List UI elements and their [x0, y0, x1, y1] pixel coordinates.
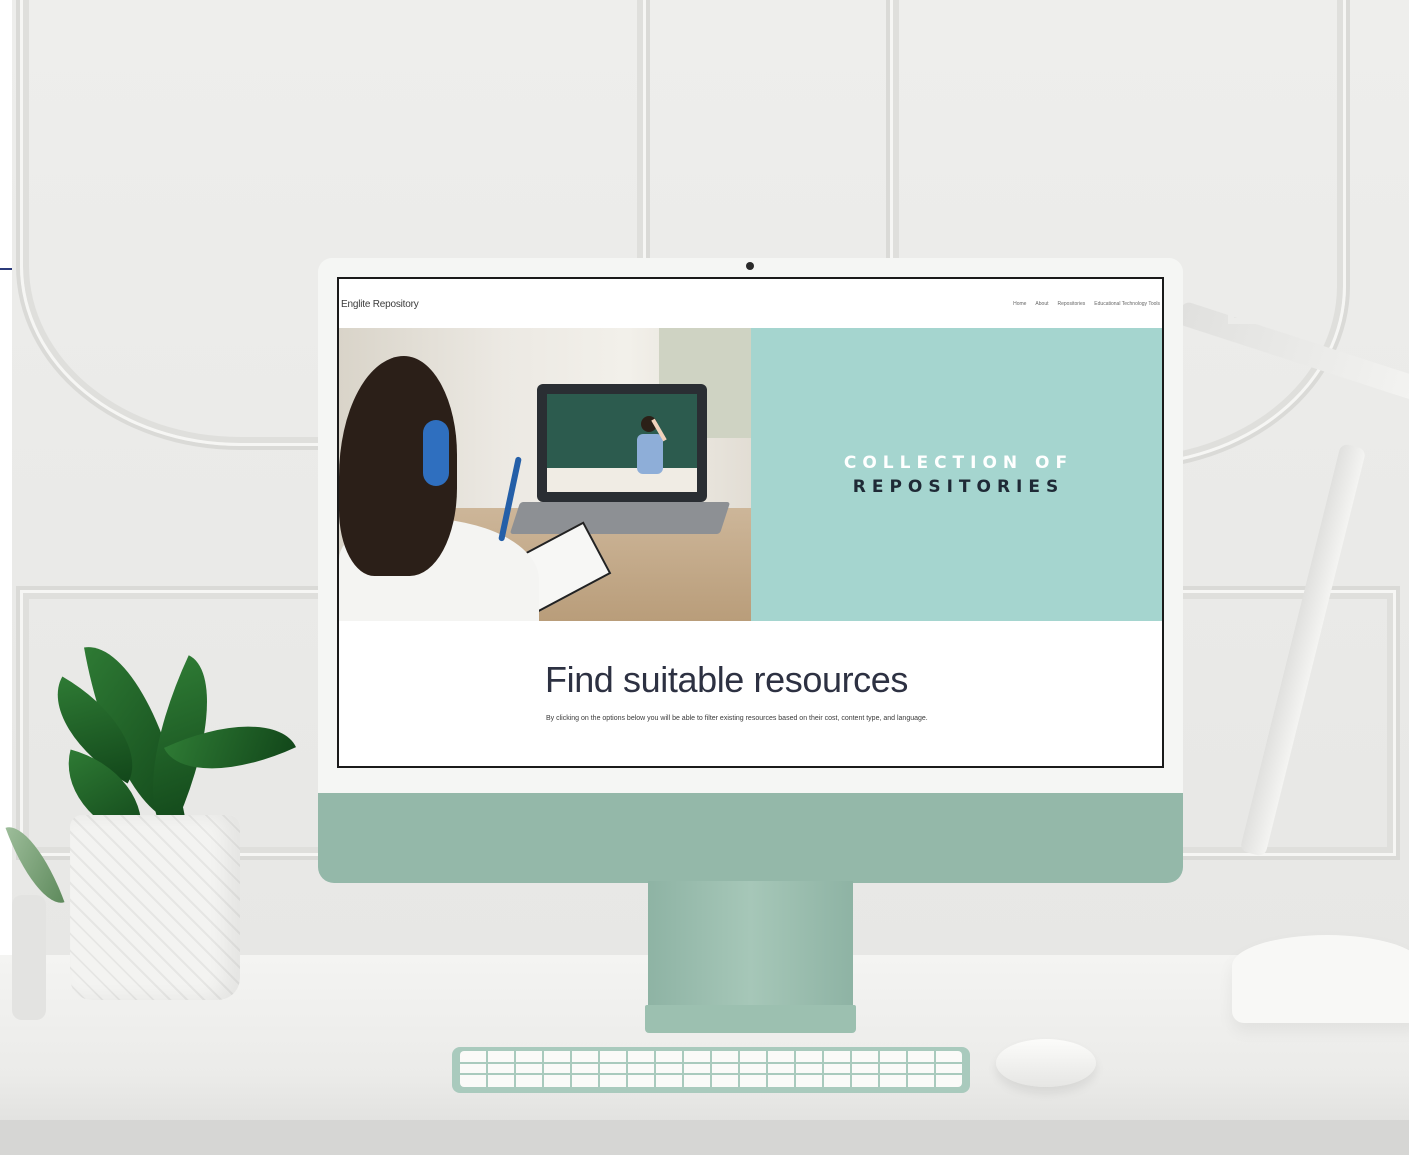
- monitor-chin: [318, 793, 1183, 883]
- headphones-icon: [423, 420, 449, 486]
- nav-item-about[interactable]: About: [1035, 301, 1048, 307]
- site-header: Englite Repository Home About Repositori…: [339, 279, 1162, 327]
- keyboard-keys: [460, 1051, 962, 1087]
- monitor-screen: Englite Repository Home About Repositori…: [337, 277, 1164, 768]
- monitor-stand: [648, 881, 853, 1008]
- camera-icon: [746, 262, 754, 270]
- nav-item-repositories[interactable]: Repositories: [1058, 301, 1086, 307]
- section-description: By clicking on the options below you wil…: [546, 715, 928, 722]
- product-photo-scene: Englite Repository Home About Repositori…: [0, 0, 1409, 1155]
- site-logo[interactable]: Englite Repository: [341, 299, 419, 310]
- monitor-stand-foot: [645, 1005, 856, 1033]
- lamp-hook: [1228, 232, 1295, 324]
- hero-title: COLLECTION OF REPOSITORIES: [751, 451, 1162, 499]
- small-pot: [12, 895, 46, 1020]
- nav-item-home[interactable]: Home: [1013, 301, 1026, 307]
- plant-pot: [70, 815, 240, 1000]
- mouse: [996, 1039, 1096, 1087]
- hero-banner: COLLECTION OF REPOSITORIES: [751, 328, 1162, 621]
- hero-title-line2: REPOSITORIES: [852, 477, 1065, 497]
- site-nav-menu: Home About Repositories Educational Tech…: [1013, 301, 1160, 307]
- hero-title-line1: COLLECTION OF: [843, 453, 1074, 473]
- teacher-figure: [637, 416, 667, 474]
- keyboard-row-gap: [460, 1062, 962, 1064]
- hero-photo: [339, 328, 751, 621]
- keyboard-row-gap: [460, 1073, 962, 1075]
- lamp-base: [1232, 935, 1409, 1023]
- accent-line: [0, 268, 12, 270]
- nav-item-edtech-tools[interactable]: Educational Technology Tools: [1094, 301, 1160, 307]
- section-heading: Find suitable resources: [545, 659, 908, 700]
- desk-edge: [0, 1120, 1409, 1155]
